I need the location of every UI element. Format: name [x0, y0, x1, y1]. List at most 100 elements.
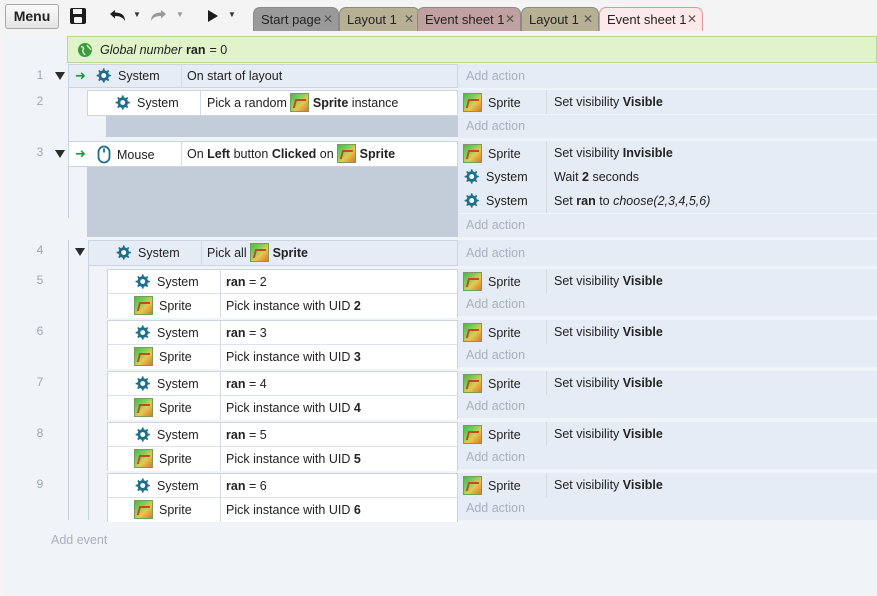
condition-object: System: [114, 94, 179, 111]
sub-event-conditions[interactable]: System ran = 5 Sprite Pick instance with…: [107, 422, 458, 471]
event-1-condition[interactable]: ➜ System On start of layout: [68, 64, 458, 88]
collapse-arrow[interactable]: [55, 150, 65, 158]
action-row[interactable]: Sprite Set visibility Visible: [458, 269, 877, 293]
condition-object: System: [134, 324, 199, 341]
action-row[interactable]: Sprite Set visibility Visible: [458, 473, 877, 497]
event-number: 6: [36, 324, 44, 338]
event-number: 7: [36, 375, 44, 389]
condition-row[interactable]: Sprite Pick instance with UID 2: [108, 294, 457, 318]
object-name: System: [137, 95, 179, 110]
add-action-button[interactable]: Add action: [458, 293, 877, 316]
condition-row[interactable]: System ran = 6: [108, 474, 457, 498]
undo-icon[interactable]: [106, 6, 128, 26]
close-icon[interactable]: ✕: [687, 8, 697, 31]
add-action-button[interactable]: Add action: [458, 395, 877, 418]
close-icon[interactable]: ✕: [404, 8, 414, 31]
add-action-button[interactable]: Add action: [458, 240, 877, 266]
add-action-button[interactable]: Add action: [458, 497, 877, 520]
sub-event-conditions[interactable]: System ran = 6 Sprite Pick instance with…: [107, 473, 458, 522]
play-dropdown-icon[interactable]: ▼: [228, 9, 236, 21]
tab-start-page[interactable]: Start page ✕: [253, 7, 339, 31]
tab-layout-1[interactable]: Layout 1 ✕: [521, 7, 599, 31]
object-name: Mouse: [117, 147, 155, 162]
object-name: System: [157, 478, 199, 493]
action-row[interactable]: Sprite Set visibility Visible: [458, 422, 877, 446]
close-icon[interactable]: ✕: [505, 8, 515, 31]
tab-label: Event sheet 1: [425, 12, 505, 27]
condition-row[interactable]: Sprite Pick instance with UID 4: [108, 396, 457, 420]
global-var-prefix: Global number: [100, 42, 182, 57]
sprite-icon: [290, 93, 310, 112]
condition-row[interactable]: System ran = 3: [108, 321, 457, 345]
tab-label: Start page: [261, 12, 321, 27]
global-var-value: = 0: [209, 42, 228, 57]
close-icon[interactable]: ✕: [583, 8, 593, 31]
condition-object: System: [134, 375, 199, 392]
add-action-button[interactable]: Add action: [458, 446, 877, 469]
condition-text: ran = 2: [226, 275, 267, 289]
event-condition-empty-area[interactable]: [87, 166, 458, 237]
condition-row[interactable]: System ran = 5: [108, 423, 457, 447]
condition-text: ran = 6: [226, 479, 267, 493]
collapse-arrow[interactable]: [55, 72, 65, 80]
play-icon[interactable]: [204, 6, 222, 26]
condition-row[interactable]: System ran = 2: [108, 270, 457, 294]
action-row[interactable]: System Wait 2 seconds: [458, 165, 877, 189]
nest-line: [88, 265, 89, 520]
object-name: Sprite: [488, 427, 521, 442]
global-var-name: ran: [186, 42, 206, 57]
action-row[interactable]: Sprite Set visibility Invisible: [458, 141, 877, 165]
redo-icon[interactable]: [148, 6, 170, 26]
sub-event-conditions[interactable]: System ran = 4 Sprite Pick instance with…: [107, 371, 458, 420]
object-name: System: [157, 274, 199, 289]
gear-icon: [115, 95, 130, 110]
action-row[interactable]: Sprite Set visibility Visible: [458, 371, 877, 395]
collapse-arrow[interactable]: [75, 248, 85, 256]
object-name: Sprite: [488, 478, 521, 493]
event-2-condition[interactable]: System Pick a random Sprite instance: [87, 90, 458, 116]
action-object: Sprite: [463, 425, 521, 444]
add-action-button[interactable]: Add action: [458, 64, 877, 88]
action-row[interactable]: Sprite Set visibility Visible: [458, 320, 877, 344]
object-name: System: [157, 376, 199, 391]
action-row[interactable]: Sprite Set visibility Visible: [458, 90, 877, 114]
menu-button[interactable]: Menu: [5, 4, 59, 29]
undo-dropdown-icon[interactable]: ▼: [133, 9, 141, 21]
event-4-condition[interactable]: System Pick all Sprite: [88, 240, 458, 266]
object-name: Sprite: [488, 274, 521, 289]
save-icon[interactable]: [67, 6, 89, 26]
action-text: Set visibility Visible: [554, 95, 663, 109]
tab-event-sheet-1-active[interactable]: Event sheet 1 ✕: [599, 7, 703, 31]
event-number: 3: [36, 145, 44, 159]
condition-row[interactable]: Sprite Pick instance with UID 5: [108, 447, 457, 471]
add-action-button[interactable]: Add action: [458, 214, 877, 237]
sub-event-conditions[interactable]: System ran = 2 Sprite Pick instance with…: [107, 269, 458, 318]
redo-dropdown-icon[interactable]: ▼: [176, 9, 184, 21]
add-action-button[interactable]: Add action: [458, 344, 877, 367]
condition-text: Pick instance with UID 6: [226, 503, 361, 517]
action-text: Set ran to choose(2,3,4,5,6): [554, 194, 711, 208]
condition-row[interactable]: Sprite Pick instance with UID 3: [108, 345, 457, 369]
add-event-button[interactable]: Add event: [51, 533, 107, 547]
event-condition-empty-area[interactable]: [106, 115, 458, 137]
gear-icon: [135, 376, 150, 391]
action-row[interactable]: System Set ran to choose(2,3,4,5,6): [458, 189, 877, 213]
global-variable-row[interactable]: Global number ran = 0: [67, 36, 877, 63]
event-number: 1: [36, 68, 44, 82]
event-3-condition[interactable]: ➜ Mouse On Left button Clicked on Sprite: [68, 141, 458, 167]
tab-event-sheet-1[interactable]: Event sheet 1 ✕: [417, 7, 521, 31]
condition-row[interactable]: Sprite Pick instance with UID 6: [108, 498, 457, 522]
object-name: Sprite: [488, 325, 521, 340]
condition-object: Sprite: [134, 500, 192, 519]
sub-event-conditions[interactable]: System ran = 3 Sprite Pick instance with…: [107, 320, 458, 369]
object-name: Sprite: [159, 298, 192, 313]
cond-pre: Pick a random: [207, 95, 287, 110]
action-object: Sprite: [463, 323, 521, 342]
condition-object: System: [134, 426, 199, 443]
add-action-button[interactable]: Add action: [458, 115, 877, 138]
condition-row[interactable]: System ran = 4: [108, 372, 457, 396]
close-icon[interactable]: ✕: [323, 8, 333, 31]
tab-label: Event sheet 1: [607, 12, 687, 27]
sprite-icon: [463, 272, 482, 291]
tab-layout-1[interactable]: Layout 1 ✕: [339, 7, 420, 31]
